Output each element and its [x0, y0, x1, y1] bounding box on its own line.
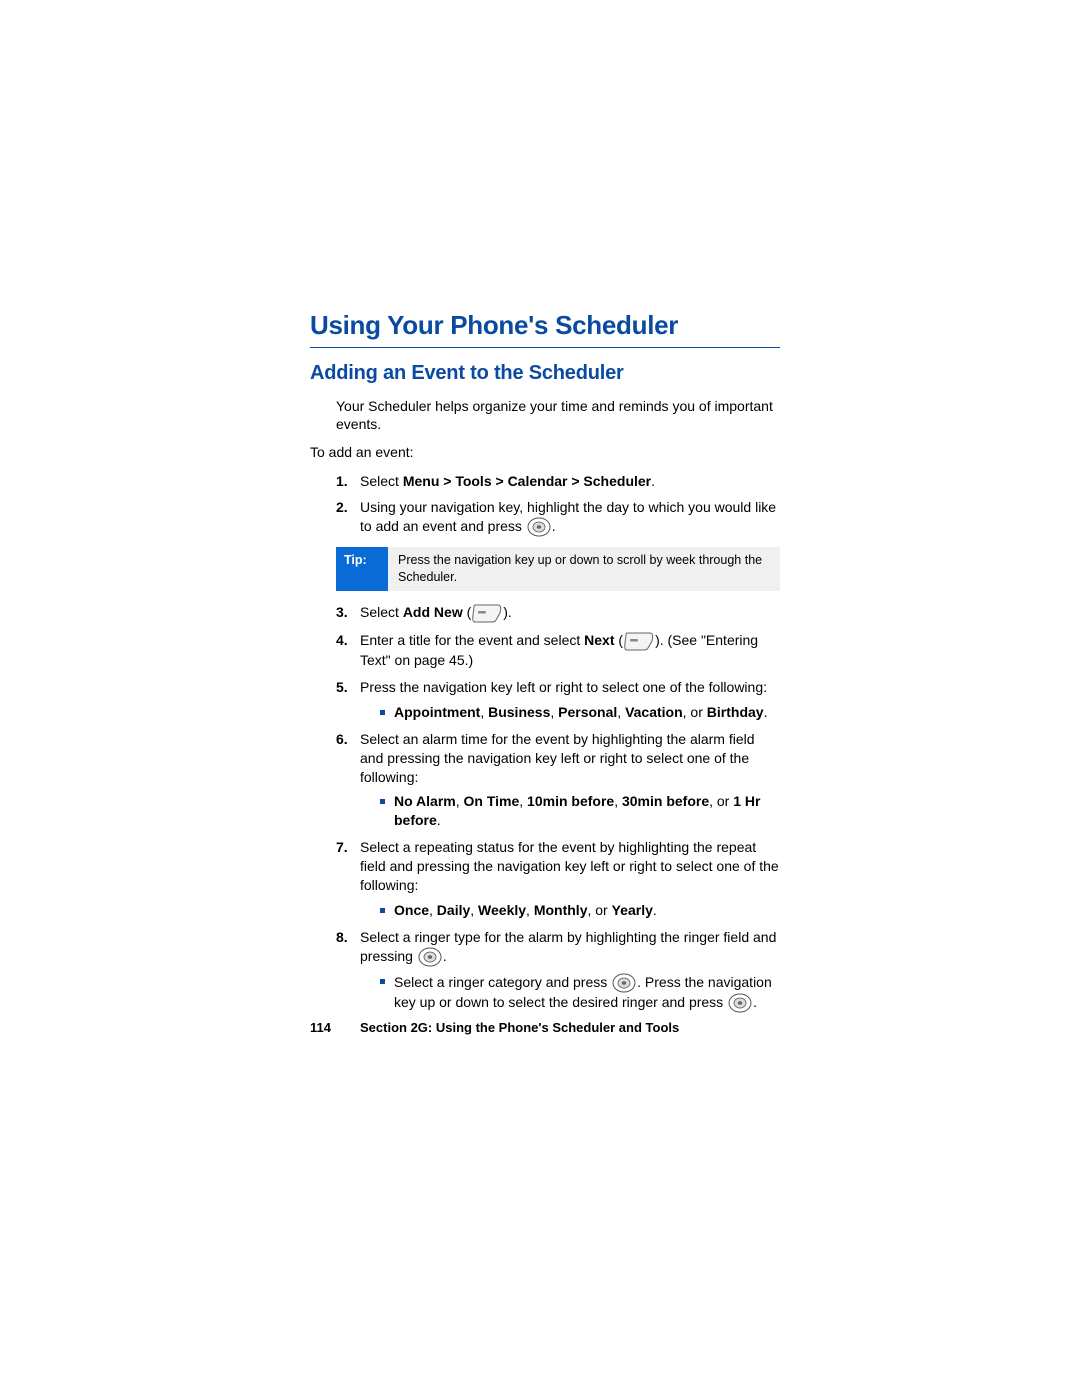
- list-item: Select a ringer category and press . Pre…: [380, 973, 780, 1013]
- softkey-icon: [624, 631, 654, 651]
- step-6-options: No Alarm, On Time, 10min before, 30min b…: [380, 792, 780, 830]
- option: 30min before: [622, 793, 709, 809]
- option: Daily: [437, 902, 470, 918]
- step-text: (: [463, 604, 472, 620]
- step-text: Using your navigation key, highlight the…: [360, 499, 776, 534]
- option: Once: [394, 902, 429, 918]
- sep: ,: [429, 902, 437, 918]
- title-divider: [310, 347, 780, 348]
- step-text: Select: [360, 604, 403, 620]
- step-5-options: Appointment, Business, Personal, Vacatio…: [380, 703, 780, 722]
- sep: ,: [456, 793, 464, 809]
- step-text: Select a repeating status for the event …: [360, 839, 779, 893]
- option: Weekly: [478, 902, 526, 918]
- section-heading: Adding an Event to the Scheduler: [310, 362, 780, 385]
- step-text: ).: [503, 604, 512, 620]
- lead-paragraph: To add an event:: [310, 443, 780, 461]
- tip-content: Press the navigation key up or down to s…: [388, 547, 780, 591]
- list-item: Appointment, Business, Personal, Vacatio…: [380, 703, 780, 722]
- step-2: Using your navigation key, highlight the…: [336, 498, 780, 537]
- option: Monthly: [534, 902, 588, 918]
- steps-list-continued: Select Add New (). Enter a title for the…: [336, 603, 780, 1013]
- intro-paragraph: Your Scheduler helps organize your time …: [336, 397, 780, 433]
- sep: ,: [480, 704, 488, 720]
- option: Yearly: [612, 902, 653, 918]
- menu-ok-icon: [612, 973, 636, 993]
- sep: ,: [519, 793, 527, 809]
- step-text: .: [552, 518, 556, 534]
- menu-ok-icon: [418, 947, 442, 967]
- end: .: [653, 902, 657, 918]
- sep: ,: [550, 704, 558, 720]
- document-page: Using Your Phone's Scheduler Adding an E…: [310, 310, 780, 1021]
- add-new-label: Add New: [403, 604, 463, 620]
- option: Appointment: [394, 704, 480, 720]
- sep: , or: [709, 793, 733, 809]
- end: .: [764, 704, 768, 720]
- menu-path: Menu > Tools > Calendar > Scheduler: [403, 473, 651, 489]
- sep: , or: [587, 902, 611, 918]
- step-1: Select Menu > Tools > Calendar > Schedul…: [336, 472, 780, 491]
- step-6: Select an alarm time for the event by hi…: [336, 730, 780, 830]
- list-item: No Alarm, On Time, 10min before, 30min b…: [380, 792, 780, 830]
- list-item: Once, Daily, Weekly, Monthly, or Yearly.: [380, 901, 780, 920]
- page-title: Using Your Phone's Scheduler: [310, 310, 780, 341]
- step-text: .: [753, 994, 757, 1010]
- sep: ,: [470, 902, 478, 918]
- option: Business: [488, 704, 550, 720]
- option: Birthday: [707, 704, 764, 720]
- sep: ,: [526, 902, 534, 918]
- softkey-icon: [472, 603, 502, 623]
- step-text: .: [443, 948, 447, 964]
- option: No Alarm: [394, 793, 456, 809]
- step-8: Select a ringer type for the alarm by hi…: [336, 928, 780, 1013]
- option: 10min before: [527, 793, 614, 809]
- step-text: .: [651, 473, 655, 489]
- option: Vacation: [625, 704, 683, 720]
- step-text: Select: [360, 473, 403, 489]
- tip-label: Tip:: [336, 547, 388, 591]
- option: On Time: [464, 793, 520, 809]
- next-label: Next: [584, 632, 614, 648]
- end: .: [437, 812, 441, 828]
- step-text: Enter a title for the event and select: [360, 632, 584, 648]
- option: Personal: [558, 704, 617, 720]
- menu-ok-icon: [728, 993, 752, 1013]
- page-footer: 114 Section 2G: Using the Phone's Schedu…: [310, 1020, 780, 1035]
- step-text: (: [615, 632, 624, 648]
- page-number: 114: [310, 1020, 360, 1035]
- step-4: Enter a title for the event and select N…: [336, 631, 780, 670]
- step-8-sub: Select a ringer category and press . Pre…: [380, 973, 780, 1013]
- tip-box: Tip: Press the navigation key up or down…: [336, 547, 780, 591]
- sep: , or: [683, 704, 707, 720]
- menu-ok-icon: [527, 517, 551, 537]
- step-text: Select a ringer category and press: [394, 974, 611, 990]
- step-3: Select Add New ().: [336, 603, 780, 623]
- step-text: Select an alarm time for the event by hi…: [360, 731, 755, 785]
- step-7-options: Once, Daily, Weekly, Monthly, or Yearly.: [380, 901, 780, 920]
- step-text: Press the navigation key left or right t…: [360, 679, 767, 695]
- steps-list: Select Menu > Tools > Calendar > Schedul…: [336, 472, 780, 538]
- step-5: Press the navigation key left or right t…: [336, 678, 780, 722]
- step-7: Select a repeating status for the event …: [336, 838, 780, 920]
- footer-section-title: Section 2G: Using the Phone's Scheduler …: [360, 1020, 679, 1035]
- sep: ,: [614, 793, 622, 809]
- sep: ,: [617, 704, 625, 720]
